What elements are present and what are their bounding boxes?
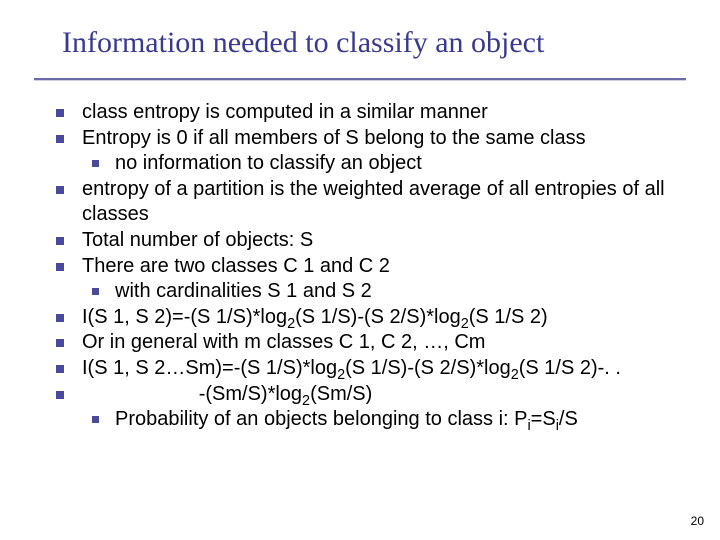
slide: Information needed to classify an object…: [0, 0, 720, 540]
formula-text: -(Sm/S)*log2(Sm/S): [82, 382, 690, 408]
bullet-item: Total number of objects: S: [56, 228, 690, 254]
square-bullet-icon: [92, 160, 99, 167]
bullet-text: no information to classify an object: [115, 151, 690, 177]
bullet-item: Or in general with m classes C 1, C 2, ……: [56, 330, 690, 356]
square-bullet-icon: [92, 288, 99, 295]
bullet-text: Total number of objects: S: [82, 228, 690, 254]
bullet-item: I(S 1, S 2…Sm)=-(S 1/S)*log2(S 1/S)-(S 2…: [56, 356, 690, 382]
bullet-text: class entropy is computed in a similar m…: [82, 100, 690, 126]
title-underline: [34, 78, 686, 81]
bullet-text: There are two classes C 1 and C 2: [82, 254, 690, 280]
bullet-text: Entropy is 0 if all members of S belong …: [82, 126, 690, 152]
square-bullet-icon: [56, 339, 64, 347]
square-bullet-icon: [92, 416, 99, 423]
bullet-text: entropy of a partition is the weighted a…: [82, 177, 690, 228]
square-bullet-icon: [56, 314, 64, 322]
slide-body: class entropy is computed in a similar m…: [56, 100, 690, 433]
bullet-item: class entropy is computed in a similar m…: [56, 100, 690, 126]
slide-title: Information needed to classify an object: [62, 26, 680, 60]
square-bullet-icon: [56, 135, 64, 143]
square-bullet-icon: [56, 365, 64, 373]
sub-bullet-item: Probability of an objects belonging to c…: [92, 407, 690, 433]
page-number: 20: [691, 514, 704, 528]
formula-text: Probability of an objects belonging to c…: [115, 407, 690, 433]
bullet-text: Or in general with m classes C 1, C 2, ……: [82, 330, 690, 356]
square-bullet-icon: [56, 186, 64, 194]
square-bullet-icon: [56, 109, 64, 117]
sub-bullet-item: with cardinalities S 1 and S 2: [92, 279, 690, 305]
formula-text: I(S 1, S 2…Sm)=-(S 1/S)*log2(S 1/S)-(S 2…: [82, 356, 690, 382]
square-bullet-icon: [56, 263, 64, 271]
bullet-text: with cardinalities S 1 and S 2: [115, 279, 690, 305]
bullet-item: -(Sm/S)*log2(Sm/S): [56, 382, 690, 408]
bullet-item: I(S 1, S 2)=-(S 1/S)*log2(S 1/S)-(S 2/S)…: [56, 305, 690, 331]
square-bullet-icon: [56, 237, 64, 245]
bullet-item: entropy of a partition is the weighted a…: [56, 177, 690, 228]
bullet-item: Entropy is 0 if all members of S belong …: [56, 126, 690, 152]
sub-bullet-item: no information to classify an object: [92, 151, 690, 177]
bullet-item: There are two classes C 1 and C 2: [56, 254, 690, 280]
formula-text: I(S 1, S 2)=-(S 1/S)*log2(S 1/S)-(S 2/S)…: [82, 305, 690, 331]
square-bullet-icon: [56, 391, 64, 399]
